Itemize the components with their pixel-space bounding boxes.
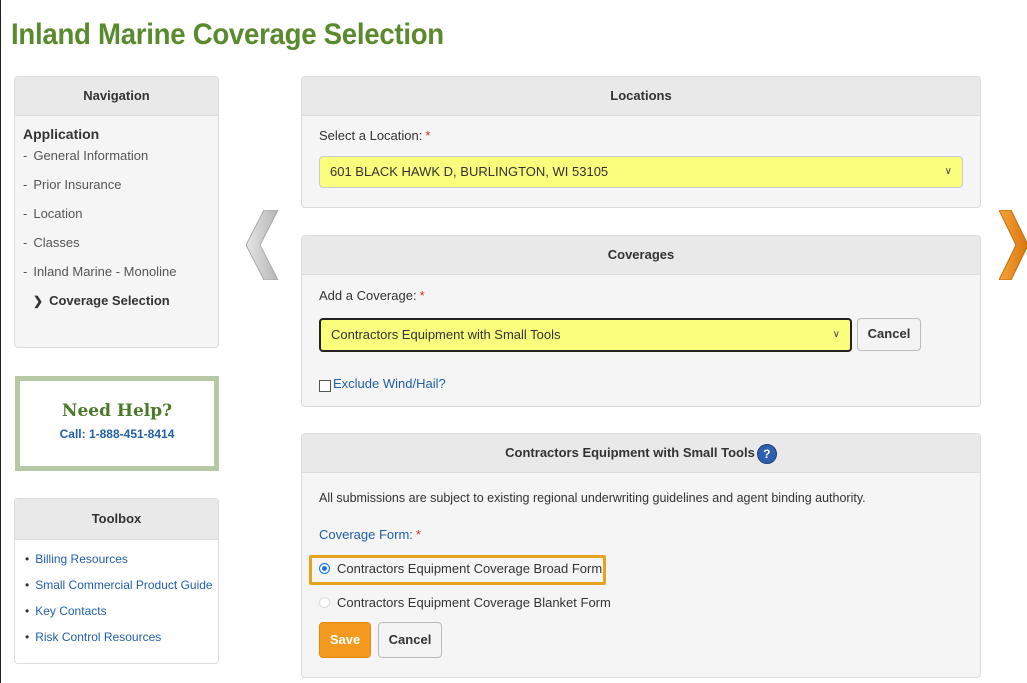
toolbox-link-risk-control[interactable]: • Risk Control Resources bbox=[25, 630, 218, 656]
coverage-field-label: Add a Coverage: * bbox=[319, 288, 425, 303]
locations-header: Locations bbox=[302, 77, 980, 116]
radio-label: Contractors Equipment Coverage Blanket F… bbox=[337, 595, 611, 610]
contractors-equipment-header: Contractors Equipment with Small Tools? bbox=[302, 434, 980, 473]
coverages-panel: Coverages Add a Coverage: * Contractors E… bbox=[301, 235, 981, 407]
help-title: Need Help? bbox=[61, 401, 173, 421]
coverage-form-option-broad[interactable]: Contractors Equipment Coverage Broad For… bbox=[319, 561, 602, 576]
save-button[interactable]: Save bbox=[319, 622, 371, 658]
exclude-wind-hail-checkbox[interactable] bbox=[319, 380, 331, 392]
toolbox-link-label: Billing Resources bbox=[35, 552, 128, 566]
radio-button[interactable] bbox=[319, 563, 330, 574]
nav-item-label: Inland Marine - Monoline bbox=[33, 264, 177, 279]
chevron-right-icon: ❯ bbox=[33, 294, 44, 308]
previous-page-arrow-icon[interactable] bbox=[245, 209, 280, 283]
contractors-equipment-panel: Contractors Equipment with Small Tools? … bbox=[301, 433, 981, 678]
coverage-form-option-blanket[interactable]: Contractors Equipment Coverage Blanket F… bbox=[319, 595, 611, 610]
radio-label: Contractors Equipment Coverage Broad For… bbox=[337, 561, 603, 576]
required-marker: * bbox=[425, 128, 431, 143]
toolbox-link-label: Key Contacts bbox=[35, 604, 107, 618]
required-marker: * bbox=[415, 527, 421, 542]
nav-item-label: Classes bbox=[33, 235, 80, 250]
help-icon[interactable]: ? bbox=[756, 443, 777, 464]
toolbox-header: Toolbox bbox=[15, 499, 218, 540]
nav-item-prior-insurance[interactable]: - Prior Insurance bbox=[23, 177, 210, 206]
nav-item-location[interactable]: - Location bbox=[23, 206, 210, 235]
coverage-label-text: Add a Coverage: bbox=[319, 288, 417, 303]
nav-item-inland-marine-monoline[interactable]: - Inland Marine - Monoline bbox=[23, 264, 210, 293]
cancel-button[interactable]: Cancel bbox=[378, 622, 442, 658]
toolbox-link-label: Risk Control Resources bbox=[35, 630, 162, 644]
next-page-arrow-icon[interactable] bbox=[998, 209, 1027, 283]
nav-item-general-information[interactable]: - General Information bbox=[23, 148, 210, 177]
locations-panel: Locations Select a Location: * 601 BLACK … bbox=[301, 76, 981, 208]
toolbox-link-product-guide[interactable]: • Small Commercial Product Guide bbox=[25, 578, 218, 604]
page-title: Inland Marine Coverage Selection bbox=[11, 18, 444, 51]
coverage-form-label: Coverage Form: * bbox=[319, 527, 421, 542]
toolbox-panel: Toolbox • Billing Resources • Small Commer… bbox=[14, 498, 219, 664]
nav-item-classes[interactable]: - Classes bbox=[23, 235, 210, 264]
toolbox-link-label: Small Commercial Product Guide bbox=[35, 578, 213, 592]
coverage-form-label-text: Coverage Form: bbox=[319, 527, 413, 542]
radio-button[interactable] bbox=[319, 597, 330, 608]
navigation-header: Navigation bbox=[15, 77, 218, 116]
location-label-text: Select a Location: bbox=[319, 128, 423, 143]
required-marker: * bbox=[419, 288, 425, 303]
toolbox-link-billing-resources[interactable]: • Billing Resources bbox=[25, 552, 218, 578]
navigation-panel: Navigation Application - General Informat… bbox=[14, 76, 219, 348]
location-field-label: Select a Location: * bbox=[319, 128, 430, 143]
nav-section-application: Application bbox=[23, 126, 100, 142]
nav-item-label: General Information bbox=[33, 148, 149, 163]
nav-item-label: Coverage Selection bbox=[49, 293, 170, 308]
coverages-header: Coverages bbox=[302, 236, 980, 275]
location-select[interactable]: 601 BLACK HAWK D, BURLINGTON, WI 53105 ∨ bbox=[319, 156, 963, 188]
help-box: Need Help? Call: 1-888-451-8414 bbox=[15, 376, 219, 471]
nav-item-coverage-selection[interactable]: ❯ Coverage Selection bbox=[23, 293, 210, 315]
contractors-equipment-title: Contractors Equipment with Small Tools bbox=[505, 445, 755, 460]
coverage-select-value: Contractors Equipment with Small Tools bbox=[331, 327, 561, 342]
coverage-cancel-button[interactable]: Cancel bbox=[857, 318, 921, 351]
exclude-wind-hail-option[interactable]: Exclude Wind/Hail? bbox=[319, 374, 446, 392]
nav-item-label: Location bbox=[33, 206, 83, 221]
exclude-wind-hail-label[interactable]: Exclude Wind/Hail? bbox=[333, 376, 446, 391]
location-select-value: 601 BLACK HAWK D, BURLINGTON, WI 53105 bbox=[330, 164, 609, 179]
chevron-down-icon: ∨ bbox=[832, 329, 840, 340]
coverage-select[interactable]: Contractors Equipment with Small Tools ∨ bbox=[319, 318, 852, 352]
underwriting-notice: All submissions are subject to existing … bbox=[319, 491, 866, 505]
nav-item-label: Prior Insurance bbox=[33, 177, 122, 192]
help-phone[interactable]: Call: 1-888-451-8414 bbox=[20, 427, 214, 441]
toolbox-link-key-contacts[interactable]: • Key Contacts bbox=[25, 604, 218, 630]
chevron-down-icon: ∨ bbox=[944, 166, 952, 177]
